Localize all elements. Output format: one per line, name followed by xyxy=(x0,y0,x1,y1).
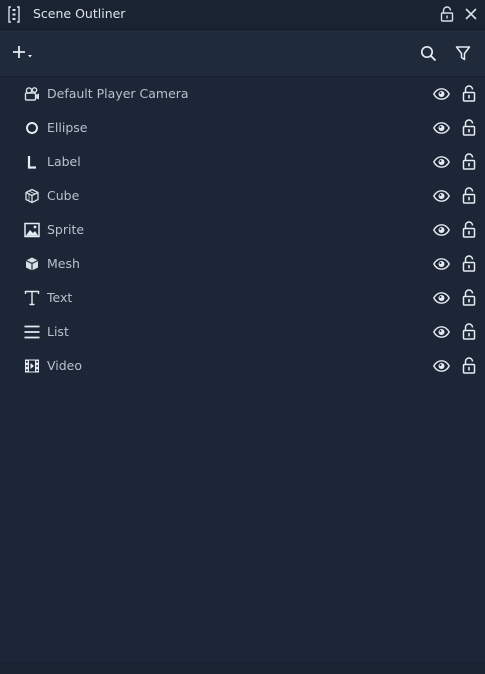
eye-icon[interactable] xyxy=(433,360,450,372)
lock-icon[interactable] xyxy=(462,153,476,170)
eye-icon[interactable] xyxy=(433,122,450,134)
list-item-sprite[interactable]: Sprite xyxy=(0,213,485,247)
lock-icon[interactable] xyxy=(462,289,476,306)
list-item-video[interactable]: Video xyxy=(0,349,485,383)
list-item-label: Mesh xyxy=(47,256,80,271)
lock-icon[interactable] xyxy=(462,187,476,204)
lock-icon[interactable] xyxy=(462,323,476,340)
list-item-label: Label xyxy=(47,154,81,169)
list-item-text[interactable]: Text xyxy=(0,281,485,315)
eye-icon[interactable] xyxy=(433,88,450,100)
list-item-label: Ellipse xyxy=(47,120,88,135)
drag-handle-icon[interactable] xyxy=(8,6,20,23)
outliner-list: Default Player Camera Ellipse Label Cube… xyxy=(0,77,485,383)
text-icon xyxy=(24,290,40,306)
filter-icon[interactable] xyxy=(455,45,471,61)
eye-icon[interactable] xyxy=(433,190,450,202)
eye-icon[interactable] xyxy=(433,224,450,236)
search-icon[interactable] xyxy=(420,45,437,62)
close-icon[interactable] xyxy=(464,7,478,21)
add-icon[interactable] xyxy=(12,44,34,62)
panel-bottom-edge xyxy=(0,662,485,674)
list-item-label: Text xyxy=(47,290,73,305)
mesh-icon xyxy=(24,256,40,272)
lock-icon[interactable] xyxy=(462,357,476,374)
eye-icon[interactable] xyxy=(433,326,450,338)
list-item-label: Default Player Camera xyxy=(47,86,189,101)
list-item-default-player-camera[interactable]: Default Player Camera xyxy=(0,77,485,111)
eye-icon[interactable] xyxy=(433,156,450,168)
scene-outliner-panel: Scene Outliner Default Player Camera Ell… xyxy=(0,0,485,674)
ellipse-icon xyxy=(24,120,40,136)
lock-icon[interactable] xyxy=(440,6,454,22)
list-item-list[interactable]: List xyxy=(0,315,485,349)
list-item-label: List xyxy=(47,324,69,339)
eye-icon[interactable] xyxy=(433,292,450,304)
video-icon xyxy=(24,358,40,374)
camera-icon xyxy=(24,86,40,102)
list-item-mesh[interactable]: Mesh xyxy=(0,247,485,281)
lock-icon[interactable] xyxy=(462,119,476,136)
cube-icon xyxy=(24,188,40,204)
list-item-ellipse[interactable]: Ellipse xyxy=(0,111,485,145)
eye-icon[interactable] xyxy=(433,258,450,270)
sprite-icon xyxy=(24,222,40,238)
lock-icon[interactable] xyxy=(462,255,476,272)
list-icon xyxy=(24,324,40,340)
list-item-cube[interactable]: Cube xyxy=(0,179,485,213)
list-item-label: Cube xyxy=(47,188,80,203)
list-item-label-object[interactable]: Label xyxy=(0,145,485,179)
list-item-label: Video xyxy=(47,358,83,373)
panel-titlebar: Scene Outliner xyxy=(0,0,485,30)
lock-icon[interactable] xyxy=(462,85,476,102)
list-item-label: Sprite xyxy=(47,222,85,237)
outliner-toolbar xyxy=(0,30,485,77)
panel-title: Scene Outliner xyxy=(33,6,126,21)
lock-icon[interactable] xyxy=(462,221,476,238)
label-icon xyxy=(24,154,40,170)
